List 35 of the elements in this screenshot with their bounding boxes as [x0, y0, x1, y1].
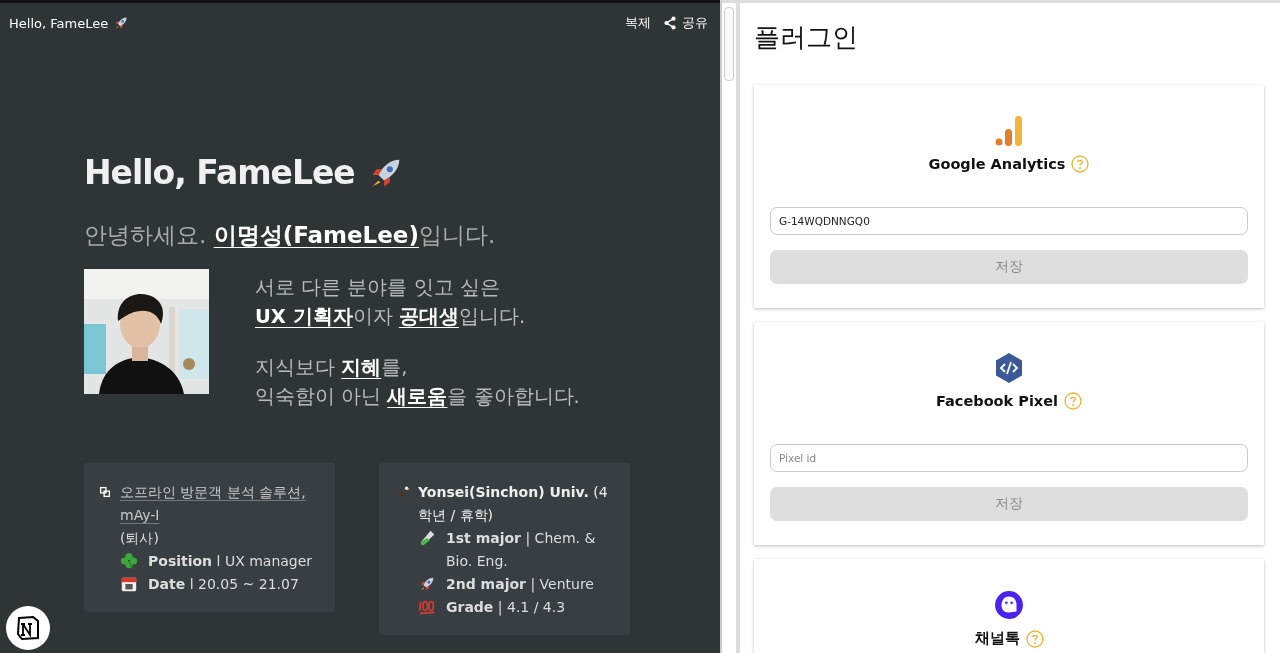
detail-text: Grade | 4.1 / 4.3 — [446, 598, 566, 618]
workplace-link[interactable]: 오프라인 방문객 분석 솔루션, mAy-I — [120, 481, 321, 527]
chat-icon — [994, 589, 1024, 621]
detail-text: Date l 20.05 ~ 21.07 — [148, 575, 299, 594]
pages-icon — [98, 485, 112, 499]
help-icon[interactable] — [1064, 392, 1082, 410]
page-heading: Hello, FameLee — [84, 153, 355, 192]
share-icon[interactable] — [663, 16, 677, 30]
plugin-name: Google Analytics — [928, 156, 1066, 172]
notion-logo-icon[interactable] — [6, 606, 50, 650]
detail-text: 2nd major | Venture — [446, 575, 594, 595]
page-title: Hello, FameLee — [9, 15, 109, 31]
plugins-heading: 플러그인 — [754, 21, 859, 54]
intro-paragraph: 지식보다 지혜를, 익숙함이 아닌 새로움을 좋아합니다. — [255, 355, 580, 410]
scrollbar-thumb[interactable] — [724, 7, 734, 81]
detail-text: Position l UX manager — [148, 552, 313, 571]
duplicate-button[interactable]: 복제 — [625, 14, 651, 32]
bar-chart-icon — [994, 115, 1024, 147]
rocket-icon — [418, 575, 436, 593]
intro-paragraph: 서로 다른 분야를 잇고 싶은 UX 기획자이자 공대생입니다. — [255, 275, 527, 330]
calendar-icon — [120, 575, 138, 593]
detail-text: 1st major | Chem. & Bio. Eng. — [446, 529, 597, 571]
plugin-name: 채널톡 — [974, 629, 1020, 648]
rocket-icon — [113, 15, 130, 31]
help-icon[interactable] — [1071, 155, 1090, 173]
hundred-points-icon — [418, 598, 436, 616]
school-heading: Yonsei(Sinchon) Univ. (4학년 / 휴학) — [418, 483, 609, 525]
clover-icon — [120, 552, 138, 570]
test-tube-icon — [418, 529, 436, 547]
code-icon — [994, 352, 1024, 384]
plugin-name: Facebook Pixel — [936, 393, 1058, 409]
share-button[interactable]: 공유 — [663, 14, 708, 32]
help-icon[interactable] — [1025, 629, 1044, 648]
status-note: (퇴사) — [120, 530, 159, 546]
greeting-text: 안녕하세요. 이명성(FameLee)입니다. — [84, 221, 497, 250]
